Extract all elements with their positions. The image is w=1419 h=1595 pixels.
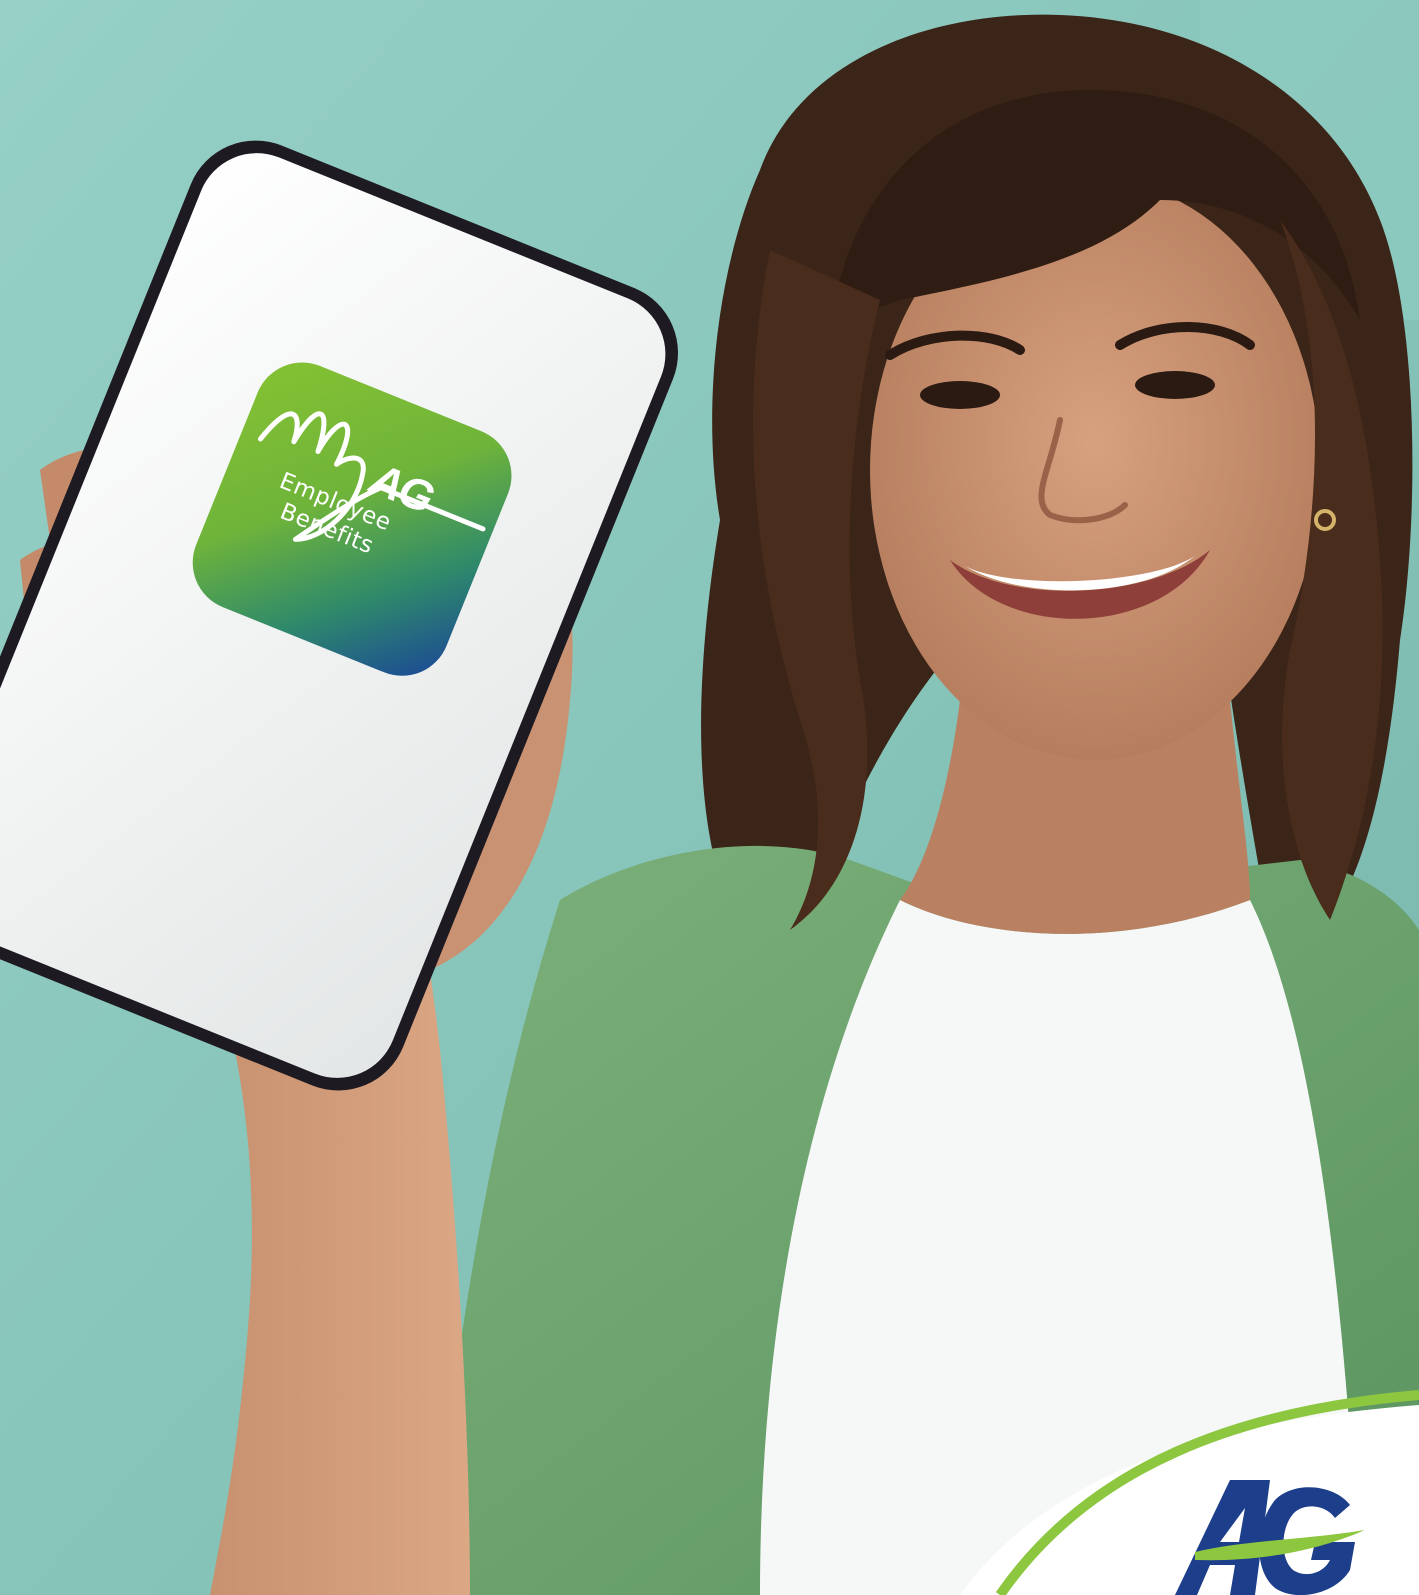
left-eye: [920, 381, 1000, 409]
right-eye: [1135, 371, 1215, 399]
scene-illustration: [0, 0, 1419, 1595]
photo-stage: AG Employee Benefits: [0, 0, 1419, 1595]
